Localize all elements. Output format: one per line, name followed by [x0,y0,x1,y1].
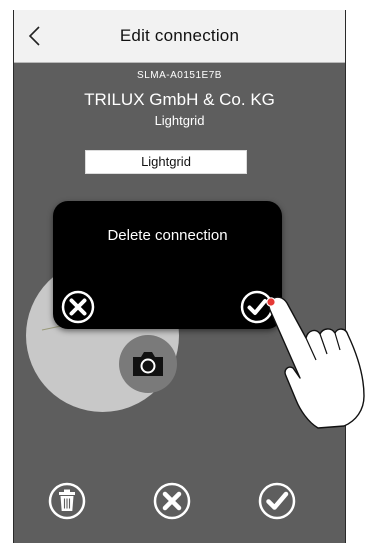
camera-icon [133,352,163,376]
tap-indicator [266,297,276,307]
close-icon[interactable] [151,480,193,522]
device-product: Lightgrid [154,113,205,128]
dialog-title: Delete connection [107,227,228,244]
close-icon[interactable] [60,289,96,325]
page-title: Edit connection [119,26,240,45]
phone-screen: Edit connection SLMA-A0151E7B TRILUX Gmb… [13,10,346,543]
hand-pointer-icon [266,296,365,429]
bottom-toolbar [14,480,345,530]
checkmark-icon[interactable] [256,480,298,522]
camera-button[interactable] [119,335,177,393]
trash-icon[interactable] [46,480,88,522]
navigation-bar: Edit connection [14,10,345,63]
device-serial: SLMA-A0151E7B [137,70,222,81]
connection-name-field[interactable]: Lightgrid [85,150,247,174]
delete-connection-dialog: Delete connection [53,201,282,329]
device-company: TRILUX GmbH & Co. KG [84,90,275,109]
